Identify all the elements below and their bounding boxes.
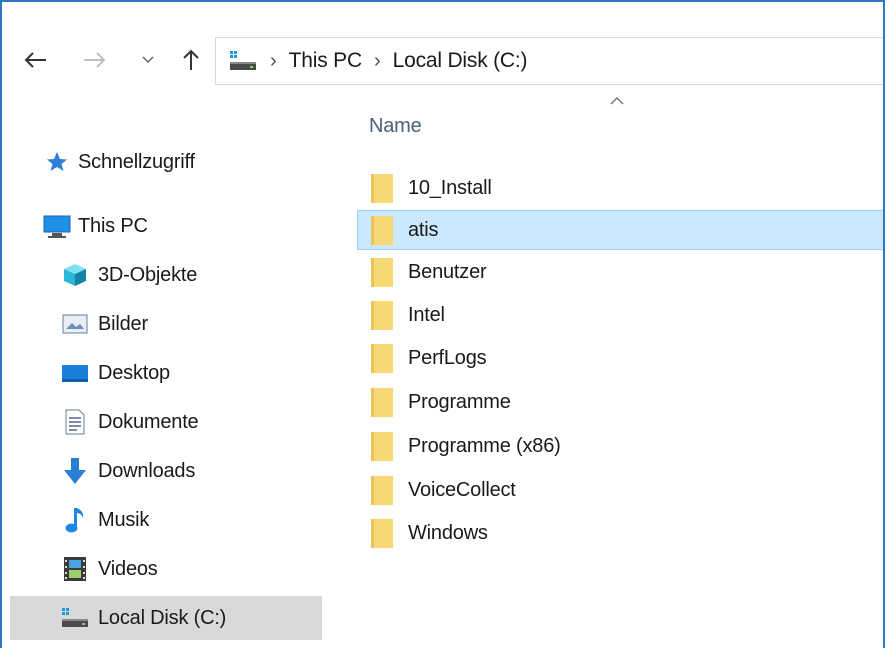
document-icon xyxy=(60,407,90,437)
file-row[interactable]: VoiceCollect xyxy=(357,470,883,510)
nav-item-local-disk[interactable]: Local Disk (C:) xyxy=(10,596,322,640)
file-row[interactable]: Programme xyxy=(357,382,883,422)
sort-ascending-icon xyxy=(610,96,624,105)
file-row[interactable]: Windows xyxy=(357,513,883,553)
folder-icon xyxy=(371,344,393,373)
column-header-name[interactable]: Name xyxy=(369,115,422,138)
breadcrumb-this-pc[interactable]: This PC xyxy=(289,49,362,73)
download-arrow-icon xyxy=(60,456,90,486)
cube-icon xyxy=(60,260,90,290)
address-bar[interactable]: › This PC › Local Disk (C:) xyxy=(215,37,883,85)
folder-icon xyxy=(371,388,393,417)
folder-icon xyxy=(371,174,393,203)
up-button[interactable] xyxy=(178,42,204,78)
back-button[interactable] xyxy=(20,42,50,78)
pictures-icon xyxy=(60,309,90,339)
forward-button[interactable] xyxy=(80,42,110,78)
file-row[interactable]: Programme (x86) xyxy=(357,426,883,466)
navigation-bar: › This PC › Local Disk (C:) xyxy=(2,2,883,90)
breadcrumb-local-disk[interactable]: Local Disk (C:) xyxy=(393,49,528,73)
file-row[interactable]: Intel xyxy=(357,295,883,335)
nav-item-schnellzugriff[interactable]: Schnellzugriff xyxy=(42,140,354,184)
folder-icon xyxy=(371,519,393,548)
navigation-pane: Schnellzugriff This PC 3D-Objekte Bilder… xyxy=(2,90,324,648)
desktop-icon xyxy=(60,358,90,388)
forward-arrow-icon xyxy=(84,52,106,68)
column-divider[interactable] xyxy=(884,100,885,130)
file-explorer-window: › This PC › Local Disk (C:) Schnellzugri… xyxy=(0,0,885,648)
folder-icon xyxy=(371,216,393,245)
recent-locations-button[interactable] xyxy=(139,42,157,78)
folder-icon xyxy=(371,476,393,505)
file-row[interactable]: atis xyxy=(357,210,883,250)
file-row[interactable]: 10_Install xyxy=(357,168,883,208)
breadcrumb-separator[interactable]: › xyxy=(270,51,277,71)
folder-icon xyxy=(371,301,393,330)
drive-icon xyxy=(230,51,256,70)
music-note-icon xyxy=(60,505,90,535)
film-icon xyxy=(60,554,90,584)
file-row[interactable]: PerfLogs xyxy=(357,338,883,378)
back-arrow-icon xyxy=(24,52,46,68)
breadcrumb-separator[interactable]: › xyxy=(374,51,381,71)
folder-icon xyxy=(371,432,393,461)
star-icon xyxy=(42,147,72,177)
file-row[interactable]: Benutzer xyxy=(357,252,883,292)
computer-icon xyxy=(42,211,72,241)
nav-item-this-pc[interactable]: This PC xyxy=(42,204,354,248)
folder-icon xyxy=(371,258,393,287)
up-arrow-icon xyxy=(183,49,199,70)
file-list-pane: Name 10_Install atis Benutzer Intel Perf… xyxy=(324,90,885,648)
drive-icon xyxy=(60,603,90,633)
chevron-down-icon xyxy=(142,56,154,64)
